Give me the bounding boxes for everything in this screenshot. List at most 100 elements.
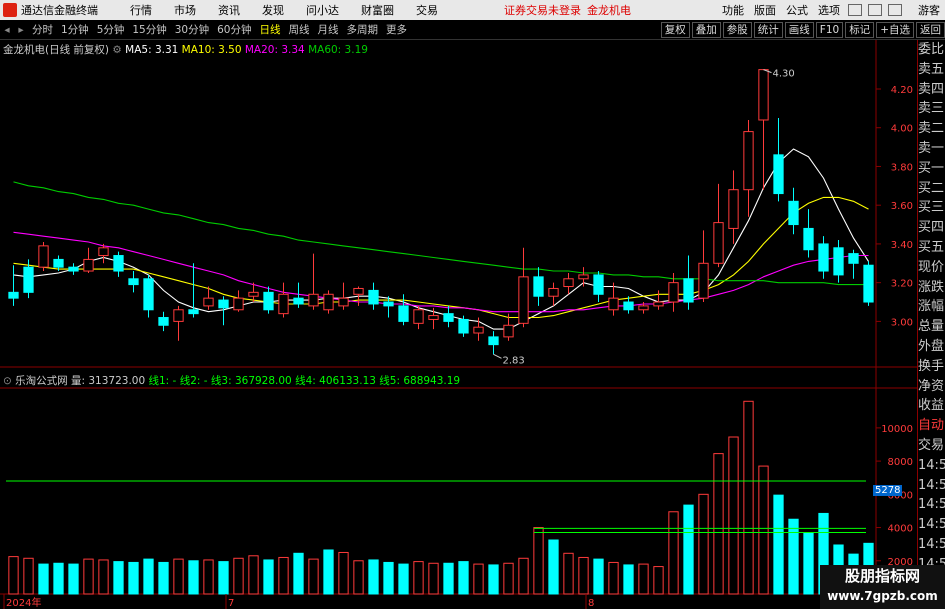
side-panel-item-23[interactable]: 14:56 xyxy=(918,495,945,515)
volume-bar xyxy=(608,561,619,595)
side-panel-item-22[interactable]: 14:56 xyxy=(918,476,945,496)
holdings-button[interactable]: 参股 xyxy=(722,21,752,38)
side-panel-item-7[interactable]: 买二 xyxy=(918,179,945,199)
candle-body xyxy=(203,297,214,307)
candle-body xyxy=(218,299,229,309)
side-panel-item-18[interactable]: 收益 xyxy=(918,396,945,416)
nav-right-icon[interactable]: ▸ xyxy=(14,24,28,36)
side-panel-item-0[interactable]: 委比 xyxy=(918,40,945,60)
candle-body xyxy=(773,154,784,195)
draw-line-button[interactable]: 画线 xyxy=(784,21,814,38)
tab-30min[interactable]: 30分钟 xyxy=(171,22,213,37)
volume-bar xyxy=(128,561,139,595)
line2-value: 线2: - xyxy=(179,375,208,387)
kline-chart[interactable]: 3.003.203.403.603.804.004.204.302.832000… xyxy=(0,40,917,609)
indicator-toggle-icon[interactable]: ⊙ xyxy=(3,375,12,387)
menu-options[interactable]: 选项 xyxy=(813,2,845,18)
side-panel-item-6[interactable]: 买一 xyxy=(918,159,945,179)
candle-body xyxy=(83,258,94,272)
candle xyxy=(743,119,754,217)
login-status[interactable]: 证券交易未登录 xyxy=(504,2,581,18)
back-button[interactable]: 返回 xyxy=(916,21,945,38)
volume-bar xyxy=(248,555,259,595)
f10-button[interactable]: F10 xyxy=(815,21,844,38)
volume-bar xyxy=(143,558,154,595)
side-panel-item-4[interactable]: 卖二 xyxy=(918,119,945,139)
menu-ask-xiaoda[interactable]: 问小达 xyxy=(295,2,350,18)
nav-left-icon[interactable]: ◂ xyxy=(0,24,14,36)
menu-layout[interactable]: 版面 xyxy=(749,2,781,18)
overlay-button[interactable]: 叠加 xyxy=(691,21,721,38)
candle xyxy=(38,241,49,272)
side-panel-item-15[interactable]: 外盘 xyxy=(918,337,945,357)
candle-body xyxy=(233,297,244,311)
menu-news[interactable]: 资讯 xyxy=(207,2,251,18)
settings-gear-icon[interactable]: ⚙ xyxy=(112,44,121,56)
side-panel-item-14[interactable]: 总量 xyxy=(918,317,945,337)
tab-more[interactable]: 更多 xyxy=(382,22,411,37)
side-panel-item-1[interactable]: 卖五 xyxy=(918,60,945,80)
candle-body xyxy=(803,227,814,251)
candle-body xyxy=(173,309,184,322)
tab-15min[interactable]: 15分钟 xyxy=(128,22,170,37)
menu-market[interactable]: 市场 xyxy=(163,2,207,18)
side-panel-item-11[interactable]: 现价 xyxy=(918,258,945,278)
candle-body xyxy=(308,293,319,307)
side-panel-item-3[interactable]: 卖三 xyxy=(918,99,945,119)
side-panel-item-25[interactable]: 14:56 xyxy=(918,535,945,555)
side-panel-item-12[interactable]: 涨跌 xyxy=(918,278,945,298)
candle xyxy=(563,272,574,295)
candle-body xyxy=(338,297,349,307)
tab-daily[interactable]: 日线 xyxy=(256,22,285,37)
candle-body xyxy=(743,131,754,191)
menu-market-quotes[interactable]: 行情 xyxy=(119,2,163,18)
candle xyxy=(233,290,244,312)
formula-name[interactable]: 乐淘公式网 xyxy=(15,375,68,387)
candle-body xyxy=(293,297,304,305)
restore-rights-button[interactable]: 复权 xyxy=(660,21,690,38)
user-guest[interactable]: 游客 xyxy=(913,2,945,18)
tab-monthly[interactable]: 月线 xyxy=(314,22,343,37)
side-panel-item-10[interactable]: 买五 xyxy=(918,238,945,258)
tab-5min[interactable]: 5分钟 xyxy=(93,22,129,37)
side-panel-item-13[interactable]: 涨幅 xyxy=(918,297,945,317)
add-watchlist-button[interactable]: +自选 xyxy=(876,21,914,38)
window-restore-icon[interactable] xyxy=(868,4,882,16)
tab-multi-period[interactable]: 多周期 xyxy=(343,22,383,37)
window-minimize-icon[interactable] xyxy=(848,4,862,16)
side-panel-item-8[interactable]: 买三 xyxy=(918,198,945,218)
volume-value: 量: 313723.00 xyxy=(71,375,146,387)
stock-name-label[interactable]: 金龙机电(日线 前复权) xyxy=(3,44,109,56)
candle xyxy=(188,263,199,318)
tab-1min[interactable]: 1分钟 xyxy=(57,22,93,37)
volume-bar xyxy=(803,532,814,595)
menu-formula[interactable]: 公式 xyxy=(781,2,813,18)
side-panel-item-17[interactable]: 净资 xyxy=(918,377,945,397)
side-panel-item-5[interactable]: 卖一 xyxy=(918,139,945,159)
menu-trade[interactable]: 交易 xyxy=(405,2,449,18)
side-panel-item-24[interactable]: 14:56 xyxy=(918,515,945,535)
side-panel-item-2[interactable]: 卖四 xyxy=(918,80,945,100)
volume-bar xyxy=(398,563,409,595)
volume-bar xyxy=(563,552,574,595)
statistics-button[interactable]: 统计 xyxy=(753,21,783,38)
side-panel-item-16[interactable]: 换手 xyxy=(918,357,945,377)
side-panel-item-21[interactable]: 14:56 xyxy=(918,456,945,476)
side-panel-item-9[interactable]: 买四 xyxy=(918,218,945,238)
tab-weekly[interactable]: 周线 xyxy=(285,22,314,37)
window-close-icon[interactable] xyxy=(888,4,902,16)
menu-discover[interactable]: 发现 xyxy=(251,2,295,18)
menu-function[interactable]: 功能 xyxy=(717,2,749,18)
mark-button[interactable]: 标记 xyxy=(845,21,875,38)
side-panel-item-20[interactable]: 交易 xyxy=(918,436,945,456)
menu-wealth-circle[interactable]: 财富圈 xyxy=(350,2,405,18)
tab-intraday[interactable]: 分时 xyxy=(28,22,57,37)
side-panel-item-19[interactable]: 自动 xyxy=(918,416,945,436)
candle xyxy=(398,294,409,326)
volume-bar xyxy=(428,562,439,595)
candle-body xyxy=(818,243,829,272)
candle xyxy=(128,271,139,293)
volume-bar xyxy=(788,518,799,595)
tab-60min[interactable]: 60分钟 xyxy=(213,22,255,37)
candle xyxy=(548,282,559,306)
